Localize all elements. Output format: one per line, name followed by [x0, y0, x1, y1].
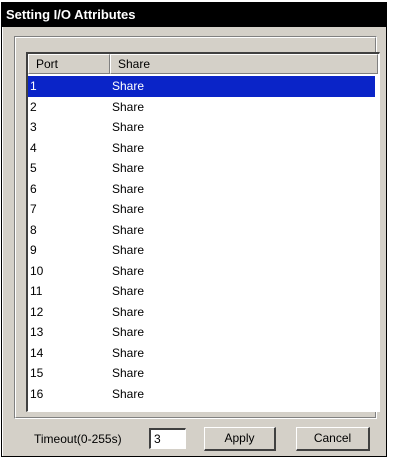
share-cell: Share [112, 202, 145, 216]
share-cell: Share [112, 325, 145, 339]
port-list[interactable]: Port Share 1 Share 2 Share 3 Share 4 Share 5 Shar… [26, 52, 380, 412]
timeout-label: Timeout(0-255s) [34, 432, 122, 446]
apply-button[interactable]: Apply [204, 427, 276, 451]
share-cell: Share [112, 366, 145, 380]
port-cell: 3 [30, 120, 37, 134]
share-cell: Share [112, 304, 145, 319]
window-title: Setting I/O Attributes [6, 7, 136, 22]
table-row[interactable]: 8 Share [28, 220, 379, 241]
port-cell: 9 [30, 243, 37, 257]
port-cell: 14 [30, 345, 44, 360]
share-cell: Share [112, 345, 145, 360]
timeout-input[interactable] [149, 428, 186, 449]
share-cell: Share [112, 284, 145, 298]
port-cell: 12 [30, 304, 44, 319]
port-cell: 11 [30, 284, 43, 298]
port-cell: 7 [30, 202, 37, 216]
share-cell: Share [112, 120, 145, 134]
list-rows: 1 Share 2 Share 3 Share 4 Share 5 Share 6 Share 7 Sha… [28, 76, 379, 404]
port-cell: 4 [30, 140, 37, 155]
port-cell: 5 [30, 161, 37, 175]
port-cell: 1 [30, 79, 37, 93]
share-cell: Share [112, 243, 145, 257]
table-row[interactable]: 5 Share [28, 158, 379, 179]
table-row[interactable]: 15 Share [28, 363, 379, 384]
port-cell: 2 [30, 99, 37, 114]
table-row[interactable]: 14 Share [28, 343, 379, 364]
port-cell: 16 [30, 386, 44, 401]
table-row[interactable]: 3 Share [28, 117, 379, 138]
share-cell: Share [112, 386, 145, 401]
share-cell: Share [112, 161, 145, 175]
share-cell: Share [112, 222, 145, 237]
column-header-port[interactable]: Port [28, 54, 110, 74]
port-cell: 10 [30, 263, 44, 278]
table-row[interactable]: 2 Share [28, 97, 379, 118]
table-row[interactable]: 16 Share [28, 384, 379, 405]
table-row[interactable]: 12 Share [28, 302, 379, 323]
table-row[interactable]: 4 Share [28, 138, 379, 159]
column-header-share[interactable]: Share [110, 54, 378, 74]
share-cell: Share [112, 79, 145, 93]
port-cell: 13 [30, 325, 44, 339]
share-cell: Share [112, 140, 145, 155]
title-bar[interactable]: Setting I/O Attributes [2, 3, 386, 27]
cancel-button[interactable]: Cancel [296, 427, 370, 451]
table-row[interactable]: 1 Share [28, 76, 375, 97]
share-cell: Share [112, 263, 145, 278]
table-row[interactable]: 6 Share [28, 179, 379, 200]
share-cell: Share [112, 99, 145, 114]
port-cell: 15 [30, 366, 44, 380]
table-row[interactable]: 11 Share [28, 281, 379, 302]
port-cell: 8 [30, 222, 37, 237]
list-header: Port Share [28, 54, 379, 74]
table-row[interactable]: 13 Share [28, 322, 379, 343]
port-cell: 6 [30, 181, 37, 196]
table-row[interactable]: 7 Share [28, 199, 379, 220]
table-row[interactable]: 9 Share [28, 240, 379, 261]
share-cell: Share [112, 181, 145, 196]
table-row[interactable]: 10 Share [28, 261, 379, 282]
